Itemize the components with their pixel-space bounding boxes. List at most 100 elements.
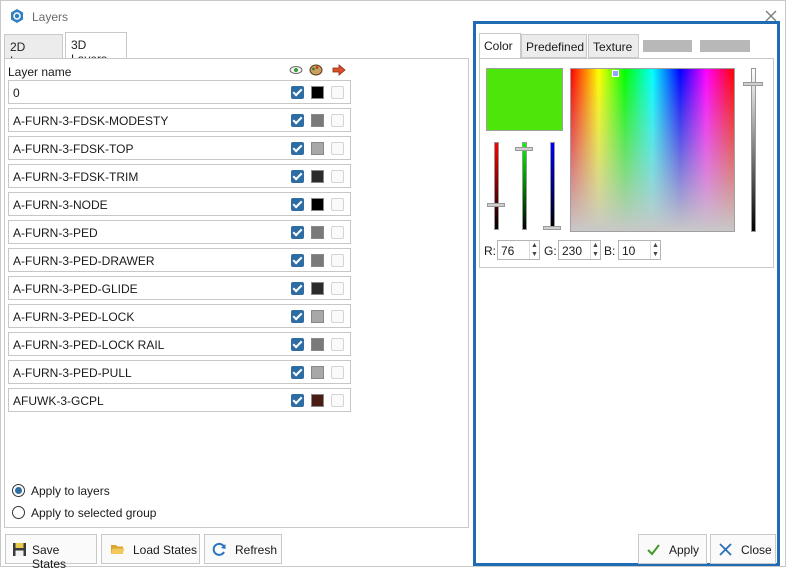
blue-input[interactable]: 10 ▲ ▼ (618, 240, 661, 260)
red-label: R: (484, 244, 496, 258)
visibility-checkbox[interactable] (291, 394, 304, 407)
layer-color-swatch[interactable] (311, 114, 324, 127)
save-states-button[interactable]: Save States (5, 534, 97, 571)
blue-channel-slider[interactable] (550, 142, 555, 230)
layer-color-swatch[interactable] (311, 198, 324, 211)
paint-palette-icon (309, 64, 323, 76)
app-hexagon-icon (11, 9, 23, 23)
export-checkbox[interactable] (331, 114, 344, 127)
tab-color[interactable]: Color (479, 33, 521, 59)
arrow-right-icon (332, 64, 346, 76)
layer-name: 0 (13, 86, 20, 100)
window-title: Layers (32, 10, 69, 24)
export-checkbox[interactable] (331, 394, 344, 407)
blue-slider-thumb[interactable] (543, 226, 561, 230)
layer-row[interactable]: A-FURN-3-PED-LOCK (8, 304, 351, 328)
layer-row[interactable]: A-FURN-3-FDSK-TOP (8, 136, 351, 160)
visibility-checkbox[interactable] (291, 366, 304, 379)
color-preview (486, 68, 563, 131)
close-button[interactable]: Close (710, 534, 776, 564)
spectrum-marker[interactable] (612, 70, 619, 77)
tab-placeholder[interactable] (643, 40, 692, 52)
layer-color-swatch[interactable] (311, 338, 324, 351)
layer-row[interactable]: A-FURN-3-PED (8, 220, 351, 244)
refresh-label: Refresh (235, 543, 278, 557)
visibility-checkbox[interactable] (291, 254, 304, 267)
tab-predefined[interactable]: Predefined (521, 34, 587, 58)
export-checkbox[interactable] (331, 282, 344, 295)
tab-texture[interactable]: Texture (588, 34, 639, 58)
floppy-disk-icon (13, 543, 26, 556)
visibility-checkbox[interactable] (291, 310, 304, 323)
folder-open-icon (111, 545, 125, 554)
layer-color-swatch[interactable] (311, 86, 324, 99)
apply-button[interactable]: Apply (638, 534, 707, 564)
layer-row[interactable]: A-FURN-3-PED-GLIDE (8, 276, 351, 300)
layer-name: A-FURN-3-FDSK-TOP (13, 142, 134, 156)
layer-row[interactable]: A-FURN-3-PED-DRAWER (8, 248, 351, 272)
blue-value: 10 (622, 244, 636, 258)
green-label: G: (544, 244, 557, 258)
green-input[interactable]: 230 ▲ ▼ (558, 240, 601, 260)
color-spectrum[interactable] (570, 68, 735, 232)
tab-2d-layers[interactable]: 2D Layers (4, 34, 63, 68)
export-checkbox[interactable] (331, 310, 344, 323)
green-channel-slider[interactable] (522, 142, 527, 230)
layer-row[interactable]: A-FURN-3-FDSK-MODESTY (8, 108, 351, 132)
brightness-slider-thumb[interactable] (743, 82, 763, 86)
layer-row[interactable]: A-FURN-3-PED-LOCK RAIL (8, 332, 351, 356)
layer-color-swatch[interactable] (311, 142, 324, 155)
blue-spinner[interactable]: ▲ ▼ (650, 241, 660, 259)
visibility-checkbox[interactable] (291, 86, 304, 99)
red-channel-slider[interactable] (494, 142, 499, 230)
visibility-checkbox[interactable] (291, 170, 304, 183)
export-checkbox[interactable] (331, 226, 344, 239)
layer-color-swatch[interactable] (311, 170, 324, 183)
visibility-checkbox[interactable] (291, 338, 304, 351)
visibility-checkbox[interactable] (291, 282, 304, 295)
layer-row[interactable]: A-FURN-3-PED-PULL (8, 360, 351, 384)
layer-color-swatch[interactable] (311, 366, 324, 379)
export-checkbox[interactable] (331, 366, 344, 379)
layer-row[interactable]: 0 (8, 80, 351, 104)
layer-row[interactable]: A-FURN-3-FDSK-TRIM (8, 164, 351, 188)
layer-name: A-FURN-3-FDSK-TRIM (13, 170, 139, 184)
tab-3d-layers[interactable]: 3D Layers (65, 32, 127, 66)
green-spinner[interactable]: ▲ ▼ (590, 241, 600, 259)
tab-placeholder[interactable] (700, 40, 750, 52)
layer-name: A-FURN-3-NODE (13, 198, 108, 212)
layer-name: A-FURN-3-PED-GLIDE (13, 282, 138, 296)
export-checkbox[interactable] (331, 142, 344, 155)
green-slider-thumb[interactable] (515, 147, 533, 151)
layer-name: A-FURN-3-PED-LOCK (13, 310, 135, 324)
export-checkbox[interactable] (331, 338, 344, 351)
visibility-checkbox[interactable] (291, 114, 304, 127)
layer-row[interactable]: A-FURN-3-NODE (8, 192, 351, 216)
visibility-checkbox[interactable] (291, 142, 304, 155)
apply-to-selected-group-radio[interactable] (12, 506, 25, 519)
visibility-checkbox[interactable] (291, 226, 304, 239)
red-spinner[interactable]: ▲ ▼ (529, 241, 539, 259)
red-slider-thumb[interactable] (487, 203, 505, 207)
layer-color-swatch[interactable] (311, 226, 324, 239)
layer-color-swatch[interactable] (311, 310, 324, 323)
layer-row[interactable]: AFUWK-3-GCPL (8, 388, 351, 412)
export-checkbox[interactable] (331, 254, 344, 267)
export-checkbox[interactable] (331, 86, 344, 99)
layer-name: A-FURN-3-PED-PULL (13, 366, 132, 380)
red-input[interactable]: 76 ▲ ▼ (497, 240, 540, 260)
layer-color-swatch[interactable] (311, 254, 324, 267)
layer-name: A-FURN-3-FDSK-MODESTY (13, 114, 169, 128)
brightness-slider[interactable] (751, 68, 756, 232)
layer-color-swatch[interactable] (311, 282, 324, 295)
apply-to-layers-radio[interactable] (12, 484, 25, 497)
refresh-button[interactable]: Refresh (204, 534, 282, 564)
export-checkbox[interactable] (331, 170, 344, 183)
load-states-button[interactable]: Load States (101, 534, 200, 564)
green-value: 230 (562, 244, 583, 258)
eye-icon (289, 66, 303, 74)
visibility-checkbox[interactable] (291, 198, 304, 211)
layer-color-swatch[interactable] (311, 394, 324, 407)
apply-to-selected-group-label: Apply to selected group (31, 506, 157, 520)
export-checkbox[interactable] (331, 198, 344, 211)
